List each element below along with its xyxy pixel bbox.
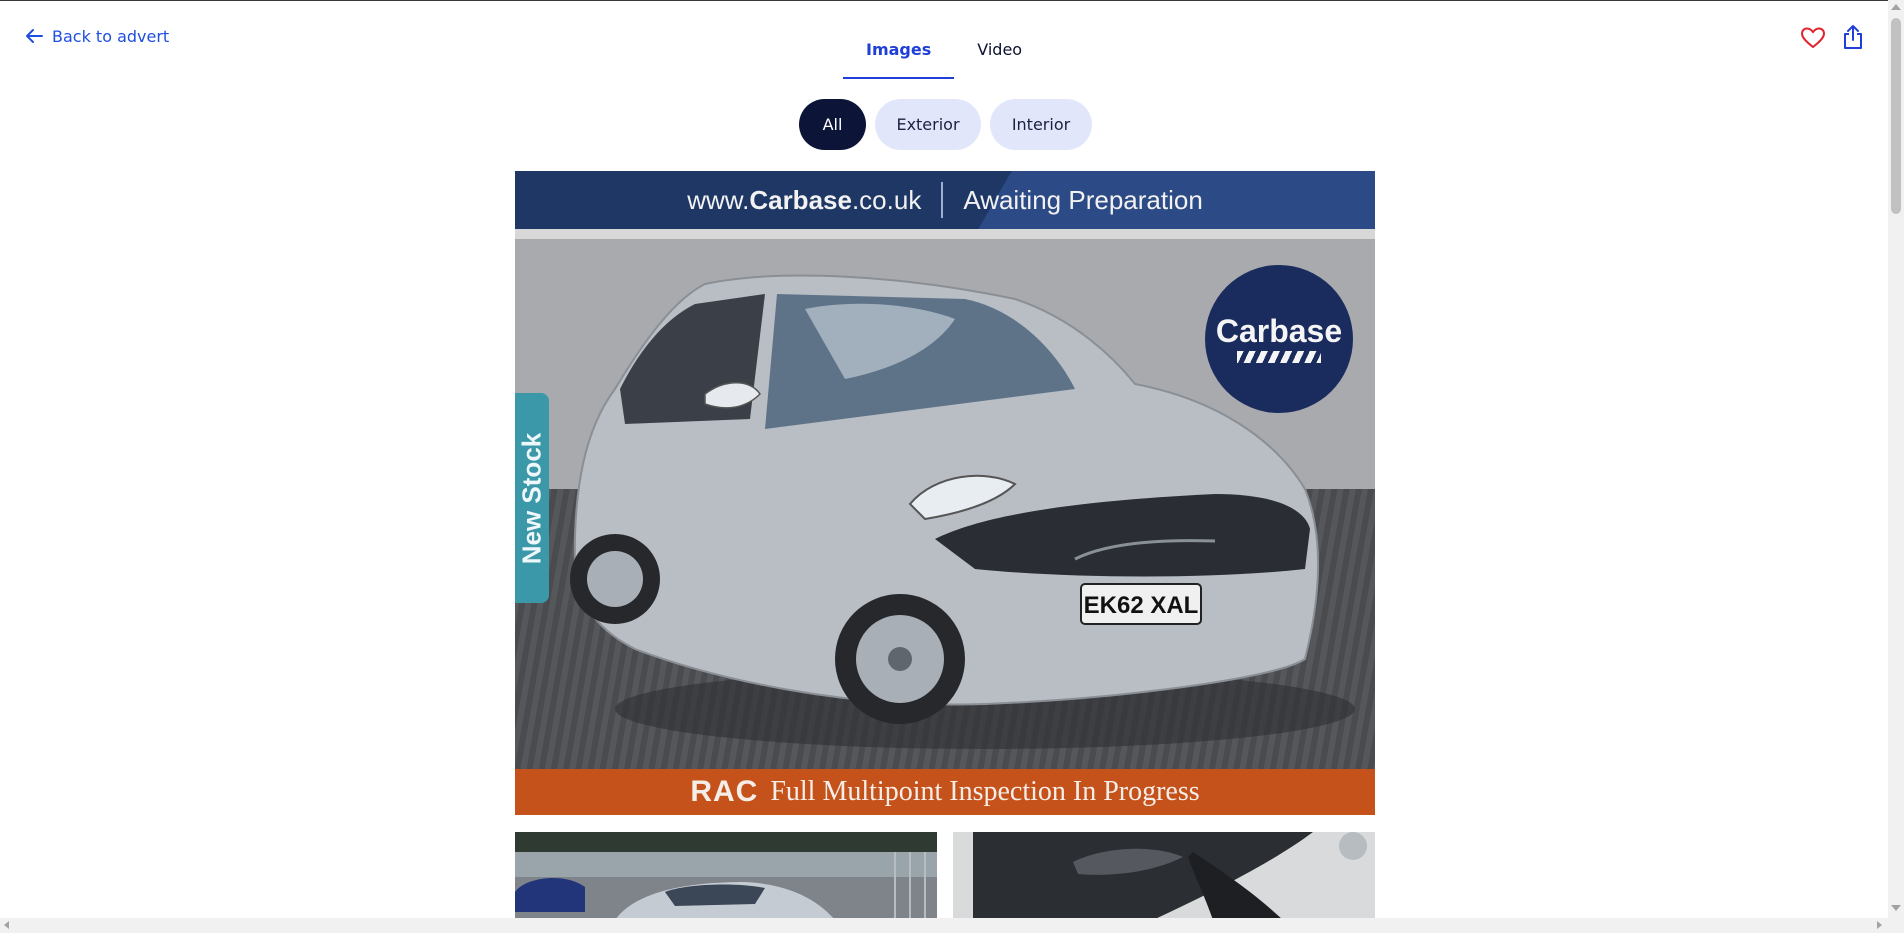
scroll-right-arrow-icon[interactable] (1877, 921, 1882, 929)
tab-video[interactable]: Video (954, 34, 1045, 77)
arrow-left-icon (26, 29, 43, 43)
thumbnail-interior-scene (953, 832, 1375, 920)
vertical-scroll-thumb[interactable] (1891, 18, 1901, 214)
scroll-up-arrow-icon[interactable] (1891, 4, 1901, 10)
carbase-logo: Carbase (1205, 265, 1353, 413)
main-car-image[interactable]: www. Carbase .co.uk Awaiting Preparation E… (515, 171, 1375, 815)
vertical-scrollbar[interactable] (1888, 0, 1904, 918)
tab-images[interactable]: Images (843, 34, 955, 79)
image-bottom-banner: RAC Full Multipoint Inspection In Progre… (515, 769, 1375, 815)
thumbnail-rear-scene (515, 832, 937, 920)
window-top-border (0, 0, 1904, 1)
back-to-advert-link[interactable]: Back to advert (24, 26, 169, 46)
number-plate: EK62 XAL (1084, 592, 1199, 619)
carbase-logo-text: Carbase (1215, 313, 1343, 349)
media-tabs: Images Video (843, 34, 1045, 79)
new-stock-tag: New Stock (515, 393, 549, 603)
rac-logo: RAC (690, 775, 759, 808)
banner-site-suffix: .co.uk (851, 184, 922, 215)
new-stock-label: New Stock (516, 432, 547, 565)
image-filter-group: All Exterior Interior (799, 99, 1092, 150)
filter-exterior-button[interactable]: Exterior (875, 99, 981, 150)
filter-interior-button[interactable]: Interior (990, 99, 1092, 150)
thumbnail-interior-door[interactable] (953, 832, 1375, 920)
heart-icon[interactable] (1800, 25, 1826, 51)
horizontal-scrollbar[interactable] (0, 918, 1904, 933)
thumbnail-rear-exterior[interactable] (515, 832, 937, 920)
inspection-text: Full Multipoint Inspection In Progress (770, 776, 1200, 807)
filter-all-button[interactable]: All (799, 99, 866, 150)
image-top-banner: www. Carbase .co.uk Awaiting Preparation (515, 171, 1375, 229)
back-label: Back to advert (52, 26, 170, 46)
share-icon[interactable] (1842, 24, 1864, 50)
scroll-left-arrow-icon[interactable] (4, 921, 9, 929)
banner-status: Awaiting Preparation (963, 184, 1203, 215)
banner-site-brand: Carbase (749, 184, 852, 215)
scroll-down-arrow-icon[interactable] (1891, 905, 1901, 911)
banner-site-prefix: www. (687, 184, 750, 215)
